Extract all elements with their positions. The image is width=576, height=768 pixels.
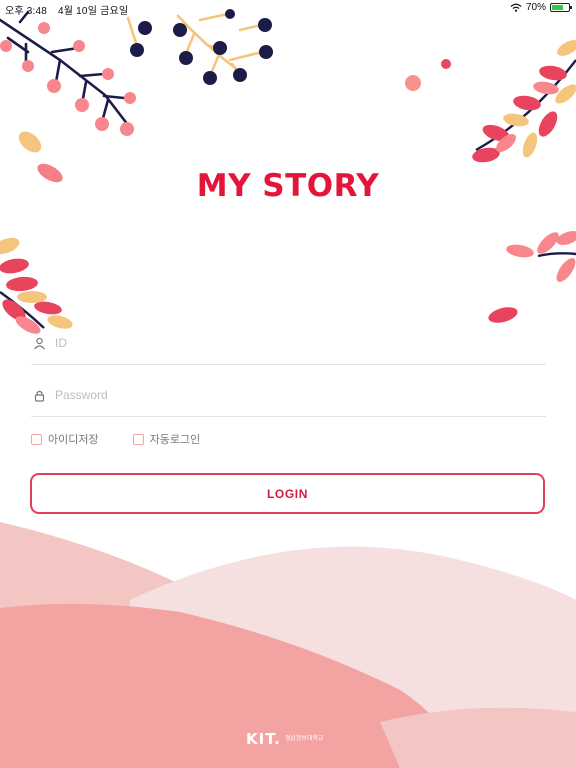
app-title: MY STORY bbox=[196, 168, 380, 204]
user-icon bbox=[34, 337, 45, 350]
password-field[interactable] bbox=[31, 376, 546, 417]
status-bar: 오후 3:48 4월 10일 금요일 70% bbox=[0, 0, 576, 17]
login-button-label: LOGIN bbox=[267, 486, 308, 501]
lock-icon bbox=[34, 390, 45, 402]
status-right: 70% bbox=[510, 2, 572, 13]
wifi-icon bbox=[510, 3, 522, 12]
auto-login-option[interactable]: 자동로그인 bbox=[132, 431, 201, 447]
save-id-checkbox[interactable] bbox=[31, 433, 42, 445]
school-logo: KIT. 경남정보대학교 bbox=[246, 730, 324, 748]
battery-icon bbox=[550, 3, 572, 12]
status-left: 오후 3:48 4월 10일 금요일 bbox=[5, 2, 136, 17]
background-hills bbox=[0, 522, 576, 768]
auto-login-checkbox[interactable] bbox=[132, 433, 144, 445]
save-id-option[interactable]: 아이디저장 bbox=[31, 431, 99, 447]
battery-fill bbox=[552, 5, 564, 10]
logo-mark: KIT. bbox=[246, 730, 281, 748]
password-input[interactable] bbox=[53, 376, 537, 414]
id-input[interactable] bbox=[53, 324, 537, 362]
status-date: 4월 10일 금요일 bbox=[58, 6, 129, 17]
save-id-label: 아이디저장 bbox=[48, 434, 99, 446]
auto-login-label: 자동로그인 bbox=[149, 434, 201, 446]
status-time: 오후 3:48 bbox=[5, 6, 48, 17]
battery-percent: 70% bbox=[525, 2, 546, 13]
school-name: 경남정보대학교 bbox=[284, 735, 324, 742]
id-field[interactable] bbox=[31, 324, 546, 365]
login-button[interactable]: LOGIN bbox=[30, 473, 545, 514]
login-options: 아이디저장 자동로그인 bbox=[31, 431, 200, 447]
